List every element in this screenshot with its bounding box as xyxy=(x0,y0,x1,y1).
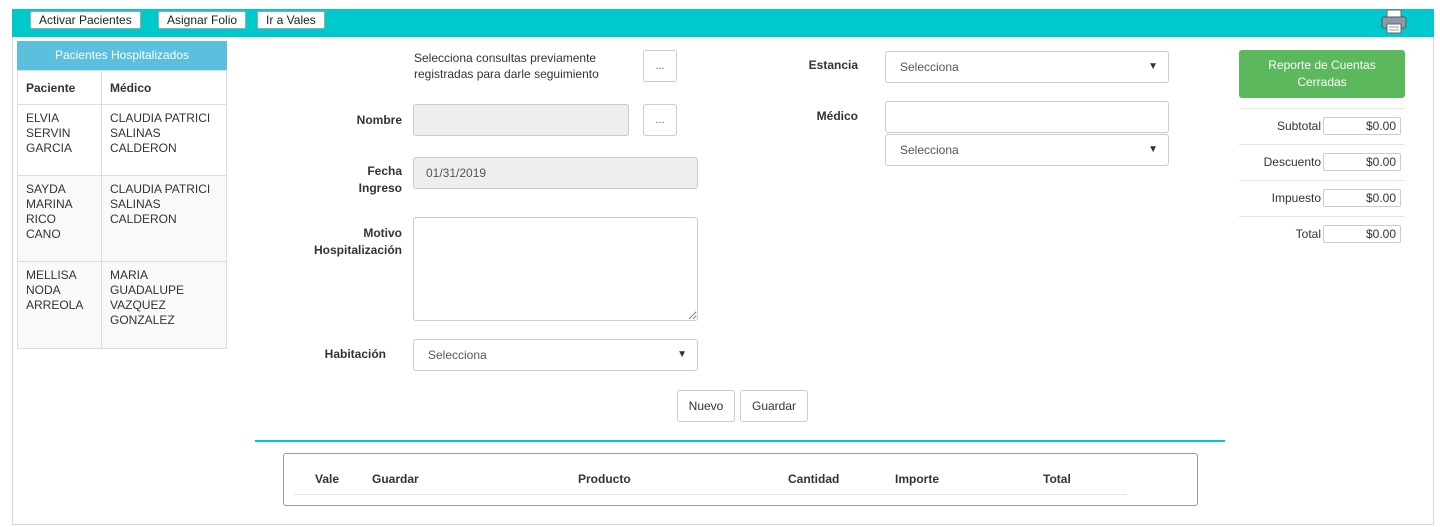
impuesto-label: Impuesto xyxy=(1271,191,1321,205)
habitacion-select[interactable]: Selecciona ▼ xyxy=(413,339,698,371)
nombre-label: Nombre xyxy=(356,113,402,127)
subtotal-value[interactable]: $0.00 xyxy=(1323,117,1401,135)
section-divider xyxy=(255,440,1225,442)
column-header-medico: Médico xyxy=(101,70,227,105)
vales-grid: Vale Guardar Producto Cantidad Importe T… xyxy=(283,453,1198,506)
medico-input[interactable] xyxy=(885,101,1169,133)
select-consulta-button[interactable]: ... xyxy=(643,50,677,82)
column-header-importe: Importe xyxy=(895,472,940,486)
patient-name[interactable]: SAYDA MARINA RICO CANO xyxy=(17,175,102,262)
motivo-textarea[interactable] xyxy=(413,217,698,321)
fecha-label-1: Fecha xyxy=(367,164,402,178)
medico-select-value: Selecciona xyxy=(900,143,959,157)
motivo-label-2: Hospitalización xyxy=(313,243,402,257)
total-row: Total $0.00 xyxy=(1239,216,1405,252)
subtotal-row: Subtotal $0.00 xyxy=(1239,108,1405,144)
column-header-producto: Producto xyxy=(578,472,631,486)
patient-name[interactable]: ELVIA SERVIN GARCIA xyxy=(17,104,102,176)
column-header-guardar: Guardar xyxy=(372,472,419,486)
printer-icon[interactable] xyxy=(1380,9,1408,35)
descuento-row: Descuento $0.00 xyxy=(1239,144,1405,180)
motivo-label-1: Motivo xyxy=(363,226,402,240)
doctor-name[interactable]: CLAUDIA PATRICI SALINAS CALDERON xyxy=(101,104,227,176)
column-header-paciente: Paciente xyxy=(17,70,102,105)
select-nombre-button[interactable]: ... xyxy=(643,104,677,136)
fecha-ingreso-input[interactable] xyxy=(413,157,698,189)
ir-a-vales-button[interactable]: Ir a Vales xyxy=(257,11,325,29)
habitacion-select-value: Selecciona xyxy=(428,348,487,362)
medico-label: Médico xyxy=(816,109,858,123)
estancia-select-value: Selecciona xyxy=(900,60,959,74)
column-header-vale: Vale xyxy=(315,472,340,486)
top-toolbar: Activar Pacientes Asignar Folio Ir a Val… xyxy=(12,9,1434,37)
table-row[interactable]: ELVIA SERVIN GARCIA CLAUDIA PATRICI SALI… xyxy=(17,104,227,176)
column-header-total: Total xyxy=(1043,472,1071,486)
estancia-label: Estancia xyxy=(808,58,858,72)
fecha-label-2: Ingreso xyxy=(358,181,402,195)
impuesto-value[interactable]: $0.00 xyxy=(1323,189,1401,207)
nuevo-button[interactable]: Nuevo xyxy=(677,390,735,422)
reporte-button-label-1: Reporte de Cuentas xyxy=(1268,58,1376,72)
estancia-select[interactable]: Selecciona ▼ xyxy=(885,51,1169,83)
doctor-name[interactable]: CLAUDIA PATRICI SALINAS CALDERON xyxy=(101,175,227,262)
activar-pacientes-button[interactable]: Activar Pacientes xyxy=(30,11,141,29)
grid-header-line xyxy=(294,494,1127,495)
descuento-value[interactable]: $0.00 xyxy=(1323,153,1401,171)
chevron-down-icon: ▼ xyxy=(677,349,687,360)
table-row[interactable]: MELLISA NODA ARREOLA MARIA GUADALUPE VAZ… xyxy=(17,261,227,349)
habitacion-label: Habitación xyxy=(324,347,386,361)
descuento-label: Descuento xyxy=(1263,155,1321,169)
patients-panel-header: Pacientes Hospitalizados xyxy=(17,41,227,70)
chevron-down-icon: ▼ xyxy=(1148,61,1158,72)
total-value[interactable]: $0.00 xyxy=(1323,225,1401,243)
asignar-folio-button[interactable]: Asignar Folio xyxy=(158,11,247,29)
table-row[interactable]: SAYDA MARINA RICO CANO CLAUDIA PATRICI S… xyxy=(17,175,227,262)
total-label: Total xyxy=(1295,227,1321,241)
medico-select[interactable]: Selecciona ▼ xyxy=(885,134,1169,166)
column-header-cantidad: Cantidad xyxy=(788,472,840,486)
doctor-name[interactable]: MARIA GUADALUPE VAZQUEZ GONZALEZ xyxy=(101,261,227,349)
nombre-input[interactable] xyxy=(413,104,629,136)
guardar-button[interactable]: Guardar xyxy=(740,390,808,422)
reporte-button-label-2: Cerradas xyxy=(1297,75,1347,89)
consultas-hint: Selecciona consultas previamente registr… xyxy=(414,51,599,81)
subtotal-label: Subtotal xyxy=(1276,119,1321,133)
impuesto-row: Impuesto $0.00 xyxy=(1239,180,1405,216)
patient-name[interactable]: MELLISA NODA ARREOLA xyxy=(17,261,102,349)
chevron-down-icon: ▼ xyxy=(1148,144,1158,155)
patients-table: Paciente Médico ELVIA SERVIN GARCIA CLAU… xyxy=(17,70,227,349)
reporte-cuentas-cerradas-button[interactable]: Reporte de Cuentas Cerradas xyxy=(1239,50,1405,98)
